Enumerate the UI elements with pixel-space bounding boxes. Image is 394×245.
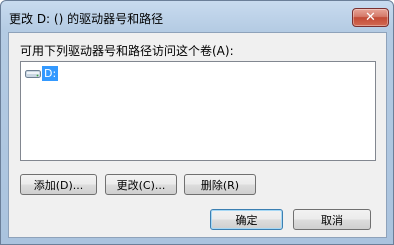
change-button[interactable]: 更改(C)... bbox=[105, 174, 177, 195]
remove-button[interactable]: 删除(R) bbox=[184, 174, 256, 195]
drive-path-list[interactable]: D: bbox=[20, 61, 376, 161]
dialog-window: 更改 D: () 的驱动器号和路径 ✕ 可用下列驱动器号和路径访问这个卷(A):… bbox=[0, 0, 394, 245]
ok-button[interactable]: 确定 bbox=[210, 209, 283, 230]
list-item-label: D: bbox=[42, 65, 59, 81]
add-button[interactable]: 添加(D)... bbox=[20, 174, 97, 195]
close-button[interactable]: ✕ bbox=[352, 8, 389, 27]
dialog-client-area: 可用下列驱动器号和路径访问这个卷(A): D: 添加(D)... 更改(C)..… bbox=[8, 32, 387, 238]
drive-icon bbox=[25, 67, 41, 79]
close-icon: ✕ bbox=[365, 10, 376, 25]
list-item[interactable]: D: bbox=[25, 65, 59, 81]
window-title: 更改 D: () 的驱动器号和路径 bbox=[9, 12, 164, 26]
title-bar[interactable]: 更改 D: () 的驱动器号和路径 ✕ bbox=[1, 1, 393, 33]
access-paths-label: 可用下列驱动器号和路径访问这个卷(A): bbox=[20, 44, 234, 58]
cancel-button[interactable]: 取消 bbox=[293, 209, 371, 230]
